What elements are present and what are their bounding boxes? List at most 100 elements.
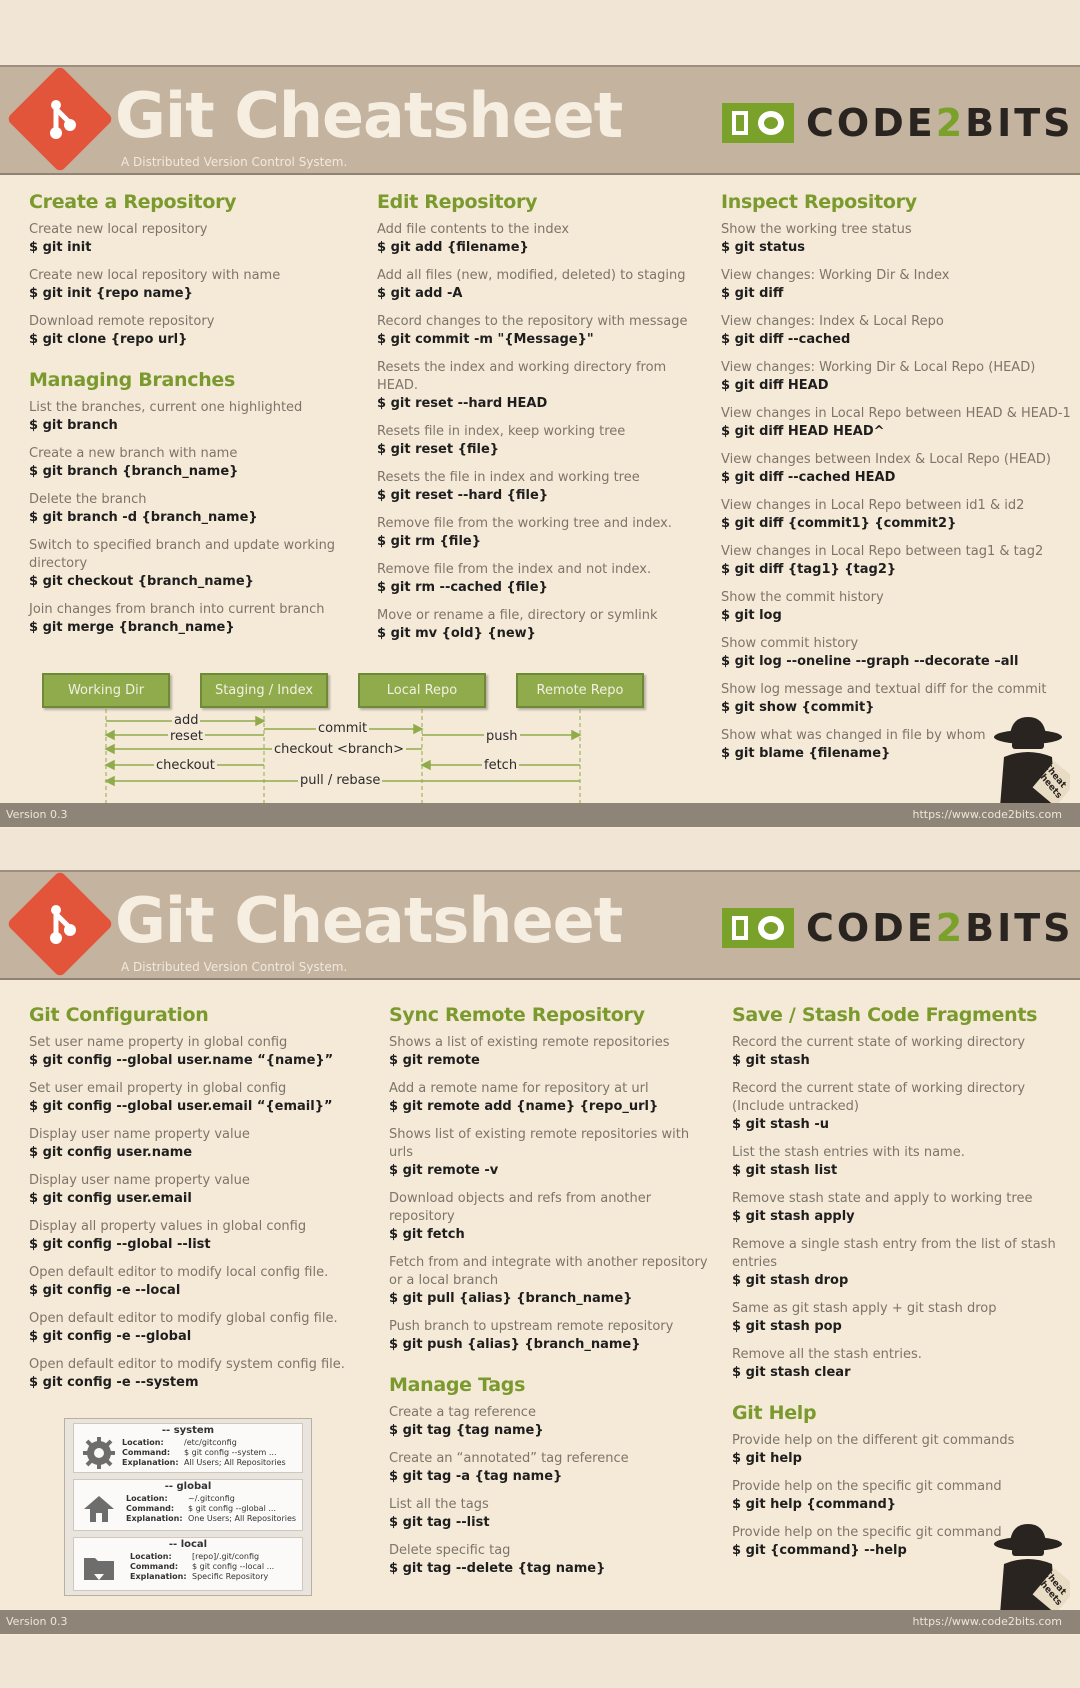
command-text: $ git branch {branch_name} <box>29 464 239 479</box>
command-item: View changes between Index & Local Repo … <box>721 451 1071 487</box>
command-item: Remove a single stash entry from the lis… <box>732 1236 1067 1290</box>
page-title: Git Cheatsheet <box>115 884 623 957</box>
command-description: Show commit history <box>721 636 859 651</box>
cheatsheet-card-1: Git Cheatsheet A Distributed Version Con… <box>0 65 1080 829</box>
command-item: Open default editor to modify system con… <box>29 1356 379 1392</box>
command-text: $ git fetch <box>389 1227 465 1242</box>
spy-mascot-icon: Cheat Sheets <box>990 717 1078 807</box>
command-list: Create a tag reference $ git tag {tag nam… <box>389 1404 709 1578</box>
command-item: Download objects and refs from another r… <box>389 1190 709 1244</box>
command-text: $ git stash -u <box>732 1117 829 1132</box>
command-description: View changes: Working Dir & Local Repo (… <box>721 360 1036 375</box>
arrow-label-push: push <box>484 729 520 744</box>
command-list: Show the working tree status $ git status… <box>721 221 1071 763</box>
command-description: Display user name property value <box>29 1127 250 1142</box>
section-title: Edit Repository <box>377 191 538 213</box>
arrow-label-add: add <box>172 713 201 728</box>
command-text: $ git diff HEAD <box>721 378 829 393</box>
spy-mascot-icon: Cheat Sheets <box>990 1524 1078 1614</box>
command-item: Create a new branch with name $ git branc… <box>29 445 349 481</box>
gear-icon <box>83 1437 115 1469</box>
command-description: Add file contents to the index <box>377 222 570 237</box>
column-git-configuration: Git Configuration Set user name property… <box>29 1004 379 1402</box>
command-description: Resets file in index, keep working tree <box>377 424 626 439</box>
arrow-label-reset: reset <box>168 729 205 744</box>
section-title: Git Configuration <box>29 1004 209 1026</box>
command-description: Download objects and refs from another r… <box>389 1191 652 1224</box>
command-description: Move or rename a file, directory or syml… <box>377 608 658 623</box>
command-text: $ git tag {tag name} <box>389 1423 544 1438</box>
command-item: Resets the file in index and working tre… <box>377 469 707 505</box>
command-item: Remove file from the index and not index… <box>377 561 707 597</box>
command-list: List the branches, current one highlight… <box>29 399 349 637</box>
command-description: Same as git stash apply + git stash drop <box>732 1301 997 1316</box>
command-description: Fetch from and integrate with another re… <box>389 1255 708 1288</box>
command-text: $ git config -e --system <box>29 1375 199 1390</box>
command-description: Record changes to the repository with me… <box>377 314 688 329</box>
config-levels-panel: -- system Location: /etc/gitconfig Comma… <box>64 1418 312 1596</box>
command-description: Switch to specified branch and update wo… <box>29 538 336 571</box>
card-header: Git Cheatsheet A Distributed Version Con… <box>0 65 1080 175</box>
section-title: Sync Remote Repository <box>389 1004 645 1026</box>
section-title: Git Help <box>732 1402 817 1424</box>
brand-logo: CODE2BITS <box>722 906 1074 950</box>
command-item: Provide help on the specific git command… <box>732 1478 1067 1514</box>
command-item: Add file contents to the index $ git add … <box>377 221 707 257</box>
command-description: Delete the branch <box>29 492 147 507</box>
home-icon <box>84 1496 114 1522</box>
command-text: $ git config user.email <box>29 1191 192 1206</box>
brand-name: CODE2BITS <box>806 906 1074 950</box>
command-text: $ git merge {branch_name} <box>29 620 235 635</box>
command-list: Shows a list of existing remote reposito… <box>389 1034 709 1354</box>
command-item: Open default editor to modify local conf… <box>29 1264 379 1300</box>
command-text: $ git stash list <box>732 1163 838 1178</box>
command-description: Set user name property in global config <box>29 1035 288 1050</box>
command-list: Add file contents to the index $ git add … <box>377 221 707 643</box>
command-text: $ git remote add {name} {repo_url} <box>389 1099 659 1114</box>
command-item: View changes: Index & Local Repo $ git di… <box>721 313 1071 349</box>
command-description: View changes in Local Repo between id1 &… <box>721 498 1025 513</box>
website-link[interactable]: https://www.code2bits.com <box>912 808 1062 821</box>
page-title: Git Cheatsheet <box>115 79 623 152</box>
command-item: View changes: Working Dir & Local Repo (… <box>721 359 1071 395</box>
command-text: $ git reset --hard HEAD <box>377 396 548 411</box>
command-description: Shows list of existing remote repositori… <box>389 1127 690 1160</box>
website-link[interactable]: https://www.code2bits.com <box>912 1615 1062 1628</box>
command-text: $ git config --global user.name “{name}” <box>29 1053 334 1068</box>
command-text: $ git log --oneline --graph --decorate –… <box>721 654 1019 669</box>
config-level-global: -- global Location: ~/.gitconfig Command… <box>73 1479 303 1531</box>
command-description: Create new local repository with name <box>29 268 281 283</box>
column-edit-repository: Edit Repository Add file contents to the… <box>377 191 707 653</box>
command-text: $ git clone {repo url} <box>29 332 188 347</box>
section-title: Save / Stash Code Fragments <box>732 1004 1038 1026</box>
command-description: List the stash entries with its name. <box>732 1145 965 1160</box>
command-description: Show the working tree status <box>721 222 912 237</box>
command-item: Delete the branch $ git branch -d {branch… <box>29 491 349 527</box>
command-item: List all the tags $ git tag --list <box>389 1496 709 1532</box>
brand-name: CODE2BITS <box>806 101 1074 145</box>
page-subtitle: A Distributed Version Control System. <box>121 155 348 169</box>
command-description: List all the tags <box>389 1497 489 1512</box>
command-item: Delete specific tag $ git tag --delete {t… <box>389 1542 709 1578</box>
command-text: $ git mv {old} {new} <box>377 626 536 641</box>
command-text: $ git push {alias} {branch_name} <box>389 1337 641 1352</box>
command-description: Join changes from branch into current br… <box>29 602 325 617</box>
command-item: Provide help on the different git comman… <box>732 1432 1067 1468</box>
command-item: Join changes from branch into current br… <box>29 601 349 637</box>
command-text: $ git remote -v <box>389 1163 499 1178</box>
command-text: $ git checkout {branch_name} <box>29 574 254 589</box>
command-description: Provide help on the specific git command <box>732 1479 1002 1494</box>
command-description: Add a remote name for repository at url <box>389 1081 649 1096</box>
command-item: Set user name property in global config $… <box>29 1034 379 1070</box>
command-description: Download remote repository <box>29 314 215 329</box>
command-item: Create new local repository $ git init <box>29 221 349 257</box>
command-text: $ git add {filename} <box>377 240 529 255</box>
command-description: Open default editor to modify local conf… <box>29 1265 329 1280</box>
command-item: Fetch from and integrate with another re… <box>389 1254 709 1308</box>
command-text: $ git diff {tag1} {tag2} <box>721 562 897 577</box>
command-item: Switch to specified branch and update wo… <box>29 537 349 591</box>
command-item: View changes: Working Dir & Index $ git d… <box>721 267 1071 303</box>
card-header: Git Cheatsheet A Distributed Version Con… <box>0 870 1080 980</box>
command-item: View changes in Local Repo between id1 &… <box>721 497 1071 533</box>
command-description: View changes in Local Repo between tag1 … <box>721 544 1044 559</box>
